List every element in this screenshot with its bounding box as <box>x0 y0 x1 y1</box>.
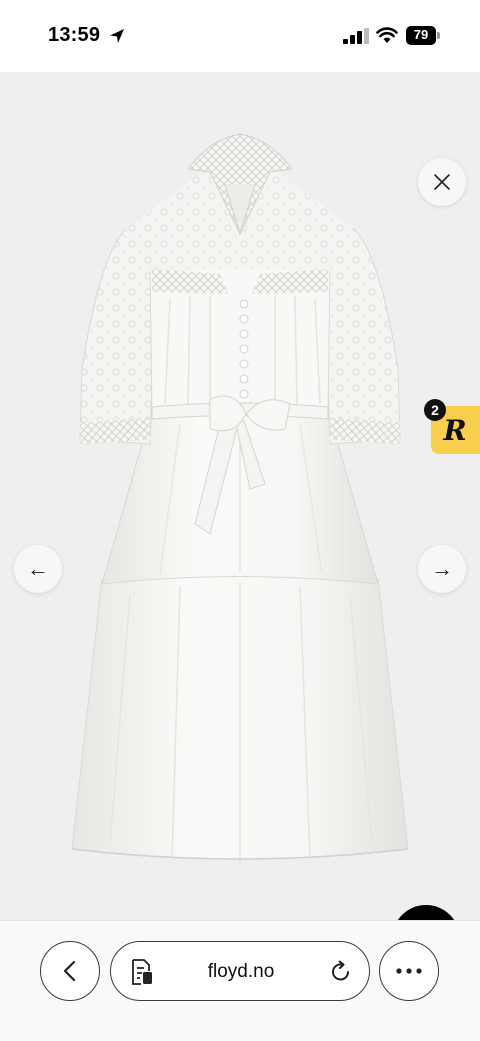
cellular-signal-icon <box>343 28 369 44</box>
battery-indicator: 79 <box>406 26 440 45</box>
product-image-gallery[interactable]: ← → R 2 <box>0 72 480 920</box>
back-button[interactable] <box>40 941 100 1001</box>
address-bar[interactable]: floyd.no <box>110 941 370 1001</box>
battery-level: 79 <box>413 27 429 42</box>
rewards-count-badge: 2 <box>424 399 446 421</box>
status-bar: 13:59 79 <box>0 0 480 72</box>
chat-button[interactable] <box>392 905 460 920</box>
close-button[interactable] <box>418 158 466 206</box>
chevron-left-icon <box>63 960 76 982</box>
location-arrow-icon <box>110 29 124 43</box>
browser-toolbar: floyd.no <box>0 920 480 1041</box>
previous-image-button[interactable]: ← <box>14 545 62 593</box>
status-time: 13:59 <box>48 24 101 46</box>
close-icon <box>434 174 450 190</box>
rewards-logo: R <box>443 413 467 447</box>
product-image <box>71 133 409 864</box>
arrow-left-icon: ← <box>27 556 49 581</box>
reload-icon[interactable] <box>329 960 353 984</box>
arrow-right-icon: → <box>431 556 453 581</box>
wifi-icon <box>376 27 398 43</box>
more-dots-icon <box>396 968 422 974</box>
next-image-button[interactable]: → <box>418 545 466 593</box>
more-options-button[interactable] <box>379 941 439 1001</box>
